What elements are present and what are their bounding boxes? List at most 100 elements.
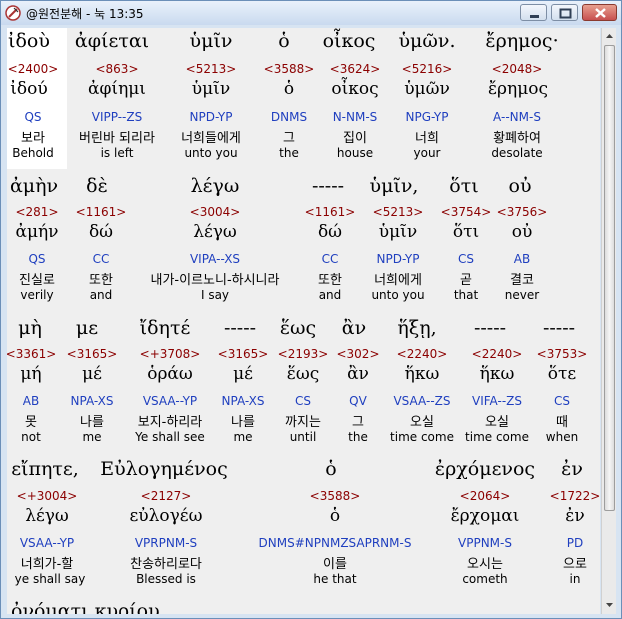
strong-number[interactable]: <3165> xyxy=(213,347,273,361)
morph-code: QS xyxy=(24,110,42,124)
lexical-form: ἀφίημι xyxy=(88,79,146,99)
minimize-button[interactable] xyxy=(520,4,547,21)
analysis-pane[interactable]: ἰδοὺ ἀφίεται ὑμῖν ὁ οἶκος ὑμῶν. ἔρημος· … xyxy=(7,28,600,614)
morph-code: A--NM-S xyxy=(493,110,541,124)
strong-number[interactable]: <3588> xyxy=(259,62,319,76)
korean-gloss: 곧 xyxy=(460,273,472,288)
strong-number[interactable]: <1161> xyxy=(69,205,133,219)
greek-word[interactable]: ἀφίεται xyxy=(67,30,157,52)
strong-number[interactable]: <863> xyxy=(77,62,157,76)
korean-gloss: 결코 xyxy=(510,273,534,288)
greek-word[interactable]: ----- xyxy=(465,317,515,339)
morph-code: VIPA--XS xyxy=(189,252,241,266)
strong-number[interactable]: <3588> xyxy=(295,489,375,503)
english-gloss: time come xyxy=(465,430,529,444)
greek-word[interactable]: ἔρημος· xyxy=(472,30,572,52)
lexical-form: ἀμήν xyxy=(15,222,59,242)
morph-code: NPD-YP xyxy=(376,252,420,266)
korean-gloss: 그 xyxy=(352,415,364,430)
strong-number[interactable]: <3753> xyxy=(532,347,592,361)
morph-code: VIFA--ZS xyxy=(472,394,522,408)
greek-word[interactable]: ἴδητέ xyxy=(125,317,205,339)
lexical-form: ὑμῶν xyxy=(404,79,450,99)
greek-word[interactable]: ----- xyxy=(215,317,265,339)
greek-word[interactable]: δὲ xyxy=(72,175,122,197)
greek-word[interactable]: ἐρχόμενος xyxy=(415,458,555,480)
greek-word[interactable]: λέγω xyxy=(175,175,255,197)
greek-word[interactable]: ἀμὴν xyxy=(7,175,67,197)
english-gloss: in xyxy=(569,572,581,586)
greek-word[interactable]: ὑμῖν, xyxy=(359,175,429,197)
strong-number[interactable]: <3361> xyxy=(7,347,61,361)
maximize-icon xyxy=(559,8,572,19)
strong-number[interactable]: <302> xyxy=(333,347,383,361)
greek-word[interactable]: ὑμῶν. xyxy=(387,30,467,52)
scroll-thumb[interactable] xyxy=(604,45,615,511)
greek-word[interactable]: ἐν xyxy=(547,458,597,480)
strong-number[interactable]: <2400> xyxy=(7,62,59,76)
strong-number[interactable]: <2240> xyxy=(462,347,532,361)
strong-number[interactable]: <+3004> xyxy=(7,489,87,503)
maximize-button[interactable] xyxy=(551,4,578,21)
greek-word[interactable]: οὐ xyxy=(492,175,548,197)
greek-word[interactable]: ----- xyxy=(533,317,585,339)
strong-number[interactable]: <2127> xyxy=(111,489,221,503)
greek-word[interactable]: με xyxy=(61,317,113,339)
strong-number[interactable]: <2048> xyxy=(485,62,549,76)
greek-word[interactable]: εἴπητε, xyxy=(7,458,85,480)
strong-number[interactable]: <2064> xyxy=(445,489,525,503)
english-gloss: and xyxy=(318,288,342,302)
greek-word[interactable]: ὑμῖν xyxy=(171,30,251,52)
english-gloss: the xyxy=(348,430,368,444)
greek-word[interactable]: ὁ xyxy=(301,458,361,480)
strong-number[interactable]: <3754> xyxy=(434,205,498,219)
korean-gloss: 까지는 xyxy=(285,415,321,430)
strong-number[interactable]: <3756> xyxy=(490,205,554,219)
lexical-form: ἰδού xyxy=(10,79,48,99)
strong-number[interactable]: <3624> xyxy=(325,62,385,76)
strong-number[interactable]: <2240> xyxy=(387,347,457,361)
lexical-form: ὅτι xyxy=(452,222,480,242)
greek-word[interactable]: ἂν xyxy=(329,317,379,339)
greek-word[interactable]: ἰδοὺ xyxy=(7,30,59,52)
lexical-form: ὁ xyxy=(329,506,341,526)
vertical-scrollbar[interactable] xyxy=(601,28,616,614)
english-gloss: is left xyxy=(100,146,134,160)
morph-code: NPA-XS xyxy=(70,394,114,408)
greek-word[interactable]: Εὐλογημένος xyxy=(89,458,239,480)
greek-word[interactable]: μὴ xyxy=(7,317,53,339)
strong-number[interactable]: <+3708> xyxy=(130,347,210,361)
lexical-form: δώ xyxy=(88,222,114,242)
morph-code: AB xyxy=(513,252,531,266)
korean-gloss: 때 xyxy=(556,415,568,430)
strong-number[interactable]: <5216> xyxy=(397,62,457,76)
korean-gloss: 보지-하리라 xyxy=(137,415,203,430)
scroll-up-icon[interactable] xyxy=(603,29,616,43)
greek-word[interactable]: ὅτι xyxy=(434,175,494,197)
lexical-form: μή xyxy=(20,364,42,384)
english-gloss: me xyxy=(233,430,253,444)
strong-number[interactable]: <281> xyxy=(7,205,67,219)
greek-word[interactable]: οἶκος xyxy=(312,30,386,52)
strong-number[interactable]: <1161> xyxy=(298,205,362,219)
greek-word[interactable]: ἥξῃ, xyxy=(382,317,452,339)
close-button[interactable] xyxy=(582,4,617,21)
greek-word[interactable]: ἕως xyxy=(269,317,327,339)
scroll-down-icon[interactable] xyxy=(603,598,616,612)
title-bar[interactable]: @원전분해 - 눅 13:35 xyxy=(1,1,621,25)
strong-number[interactable]: <3165> xyxy=(62,347,122,361)
greek-word[interactable]: ----- xyxy=(303,175,353,197)
morph-code: VPRPNM-S xyxy=(134,536,198,550)
english-gloss: not xyxy=(21,430,41,444)
greek-word-partial[interactable]: ὀνόματι κυρίου. xyxy=(11,600,166,614)
strong-number[interactable]: <5213> xyxy=(171,62,251,76)
english-gloss: the xyxy=(279,146,299,160)
strong-number[interactable]: <3004> xyxy=(175,205,255,219)
strong-number[interactable]: <1722> xyxy=(543,489,600,503)
morph-code: NPG-YP xyxy=(405,110,449,124)
korean-gloss: 내가-이르노니-하시니라 xyxy=(150,273,280,288)
greek-word[interactable]: ὁ xyxy=(259,30,309,52)
strong-number[interactable]: <5213> xyxy=(366,205,430,219)
english-gloss: time come xyxy=(390,430,454,444)
strong-number[interactable]: <2193> xyxy=(273,347,333,361)
